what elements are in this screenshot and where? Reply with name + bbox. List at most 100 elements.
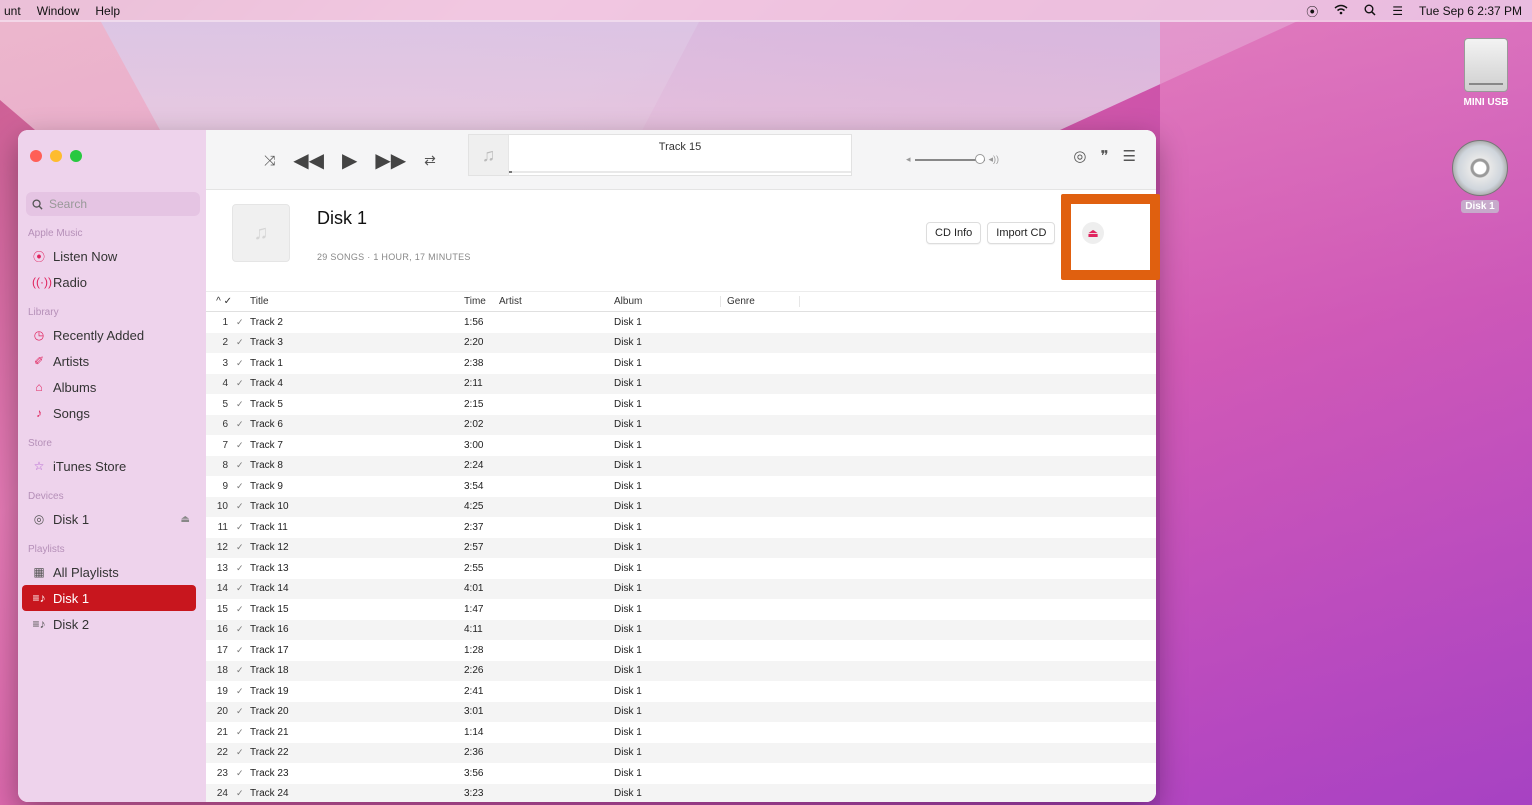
table-row[interactable]: 16 ✓ Track 16 4:11 Disk 1 — [206, 619, 1156, 640]
checkmark-icon[interactable]: ✓ — [236, 399, 250, 410]
checkmark-icon[interactable]: ✓ — [236, 747, 250, 758]
table-row[interactable]: 15 ✓ Track 15 1:47 Disk 1 — [206, 599, 1156, 620]
checkmark-icon[interactable]: ✓ — [236, 727, 250, 738]
table-row[interactable]: 11 ✓ Track 11 2:37 Disk 1 — [206, 517, 1156, 538]
table-row[interactable]: 3 ✓ Track 1 2:38 Disk 1 — [206, 353, 1156, 374]
table-row[interactable]: 6 ✓ Track 6 2:02 Disk 1 — [206, 414, 1156, 435]
table-row[interactable]: 8 ✓ Track 8 2:24 Disk 1 — [206, 455, 1156, 476]
column-header-album[interactable]: Album — [614, 296, 720, 307]
desktop-icon-disk[interactable]: Disk 1 — [1445, 140, 1515, 213]
album-artwork: ♫ — [232, 204, 290, 262]
checkmark-icon[interactable]: ✓ — [236, 604, 250, 615]
checkmark-icon[interactable]: ✓ — [236, 337, 250, 348]
checkmark-icon[interactable]: ✓ — [236, 440, 250, 451]
track-time: 2:02 — [464, 419, 484, 431]
now-playing-display[interactable]: ♫ Track 15 — [468, 134, 852, 176]
search-field[interactable]: Search — [26, 192, 200, 216]
sidebar-item-itunes-store[interactable]: ☆ iTunes Store — [18, 453, 196, 479]
wifi-icon[interactable] — [1334, 4, 1348, 18]
minimize-button[interactable] — [50, 150, 62, 162]
table-row[interactable]: 23 ✓ Track 23 3:56 Disk 1 — [206, 763, 1156, 784]
sidebar-item-albums[interactable]: ⌂ Albums — [18, 374, 196, 400]
track-time: 1:47 — [464, 603, 484, 615]
sidebar-item-device-disk1[interactable]: ◎ Disk 1 ⏏ — [18, 506, 196, 532]
note-icon: ♪ — [36, 406, 42, 420]
repeat-icon[interactable]: ⇄ — [424, 152, 436, 169]
table-row[interactable]: 2 ✓ Track 3 2:20 Disk 1 — [206, 332, 1156, 353]
sidebar-item-artists[interactable]: ✐ Artists — [18, 348, 196, 374]
menu-window[interactable]: Window — [37, 4, 80, 18]
checkmark-icon[interactable]: ✓ — [236, 665, 250, 676]
checkmark-icon[interactable]: ✓ — [236, 358, 250, 369]
control-center-icon[interactable]: ☰ — [1392, 4, 1403, 18]
up-next-list-icon[interactable]: ☰ — [1123, 147, 1136, 165]
table-row[interactable]: 10 ✓ Track 10 4:25 Disk 1 — [206, 496, 1156, 517]
table-row[interactable]: 21 ✓ Track 21 1:14 Disk 1 — [206, 722, 1156, 743]
eject-icon[interactable]: ⏏ — [181, 514, 190, 525]
table-row[interactable]: 13 ✓ Track 13 2:55 Disk 1 — [206, 558, 1156, 579]
checkmark-icon[interactable]: ✓ — [236, 686, 250, 697]
import-cd-button[interactable]: Import CD — [987, 222, 1056, 244]
checkmark-icon[interactable]: ✓ — [236, 460, 250, 471]
sidebar-item-songs[interactable]: ♪ Songs — [18, 400, 196, 426]
checkmark-icon[interactable]: ✓ — [236, 706, 250, 717]
table-row[interactable]: 5 ✓ Track 5 2:15 Disk 1 — [206, 394, 1156, 415]
checkmark-icon[interactable]: ✓ — [236, 583, 250, 594]
table-row[interactable]: 7 ✓ Track 7 3:00 Disk 1 — [206, 435, 1156, 456]
sidebar-item-radio[interactable]: ((·)) Radio — [18, 269, 196, 295]
spotlight-search-icon[interactable] — [1364, 4, 1376, 19]
table-row[interactable]: 19 ✓ Track 19 2:41 Disk 1 — [206, 681, 1156, 702]
sidebar-item-all-playlists[interactable]: ▦ All Playlists — [18, 559, 196, 585]
table-row[interactable]: 18 ✓ Track 18 2:26 Disk 1 — [206, 660, 1156, 681]
column-header-title[interactable]: Title — [250, 296, 464, 307]
sidebar-item-listen-now[interactable]: ⦿ Listen Now — [18, 243, 196, 269]
playback-progress[interactable] — [509, 171, 851, 173]
now-playing-status-icon[interactable]: ⦿ — [1306, 3, 1318, 20]
checkmark-icon[interactable]: ✓ — [236, 768, 250, 779]
column-header-genre[interactable]: Genre — [720, 296, 800, 307]
previous-icon[interactable]: ◀◀ — [293, 148, 324, 173]
table-row[interactable]: 9 ✓ Track 9 3:54 Disk 1 — [206, 476, 1156, 497]
zoom-button[interactable] — [70, 150, 82, 162]
checkmark-icon[interactable]: ✓ — [236, 624, 250, 635]
table-row[interactable]: 24 ✓ Track 24 3:23 Disk 1 — [206, 783, 1156, 802]
track-title: Track 10 — [250, 501, 289, 513]
column-header-time[interactable]: Time — [464, 296, 499, 307]
menu-account[interactable]: unt — [4, 4, 21, 18]
next-icon[interactable]: ▶▶ — [375, 148, 406, 173]
menu-help[interactable]: Help — [95, 4, 120, 18]
cd-info-button[interactable]: CD Info — [926, 222, 982, 244]
table-row[interactable]: 12 ✓ Track 12 2:57 Disk 1 — [206, 537, 1156, 558]
checkmark-icon[interactable]: ✓ — [236, 378, 250, 389]
play-icon[interactable]: ▶ — [342, 148, 357, 173]
table-row[interactable]: 22 ✓ Track 22 2:36 Disk 1 — [206, 742, 1156, 763]
table-row[interactable]: 20 ✓ Track 20 3:01 Disk 1 — [206, 701, 1156, 722]
checkmark-icon[interactable]: ✓ — [236, 563, 250, 574]
sort-check-column-header[interactable]: ^ ✓ — [206, 296, 236, 307]
table-row[interactable]: 1 ✓ Track 2 1:56 Disk 1 — [206, 312, 1156, 333]
sidebar-item-playlist-disk2[interactable]: ≡♪ Disk 2 — [18, 611, 196, 637]
checkmark-icon[interactable]: ✓ — [236, 481, 250, 492]
lyrics-icon[interactable]: ❞ — [1100, 147, 1108, 165]
table-row[interactable]: 14 ✓ Track 14 4:01 Disk 1 — [206, 578, 1156, 599]
checkmark-icon[interactable]: ✓ — [236, 788, 250, 799]
checkmark-icon[interactable]: ✓ — [236, 645, 250, 656]
checkmark-icon[interactable]: ✓ — [236, 317, 250, 328]
column-header-artist[interactable]: Artist — [499, 296, 614, 307]
sidebar-item-recently-added[interactable]: ◷ Recently Added — [18, 322, 196, 348]
checkmark-icon[interactable]: ✓ — [236, 522, 250, 533]
table-row[interactable]: 4 ✓ Track 4 2:11 Disk 1 — [206, 373, 1156, 394]
table-row[interactable]: 17 ✓ Track 17 1:28 Disk 1 — [206, 640, 1156, 661]
checkmark-icon[interactable]: ✓ — [236, 542, 250, 553]
airplay-icon[interactable]: ◎ — [1073, 147, 1086, 165]
sidebar-item-playlist-disk1[interactable]: ≡♪ Disk 1 — [22, 585, 196, 611]
volume-slider[interactable]: ◂ ◂)) — [906, 153, 999, 165]
checkmark-icon[interactable]: ✓ — [236, 501, 250, 512]
shuffle-icon[interactable]: ⤨ — [264, 152, 275, 169]
close-button[interactable] — [30, 150, 42, 162]
desktop-icon-usb[interactable]: MINI USB — [1451, 38, 1521, 109]
volume-knob[interactable] — [974, 153, 985, 164]
checkmark-icon[interactable]: ✓ — [236, 419, 250, 430]
wallpaper-shape — [1160, 20, 1532, 805]
menubar-clock[interactable]: Tue Sep 6 2:37 PM — [1419, 4, 1522, 18]
